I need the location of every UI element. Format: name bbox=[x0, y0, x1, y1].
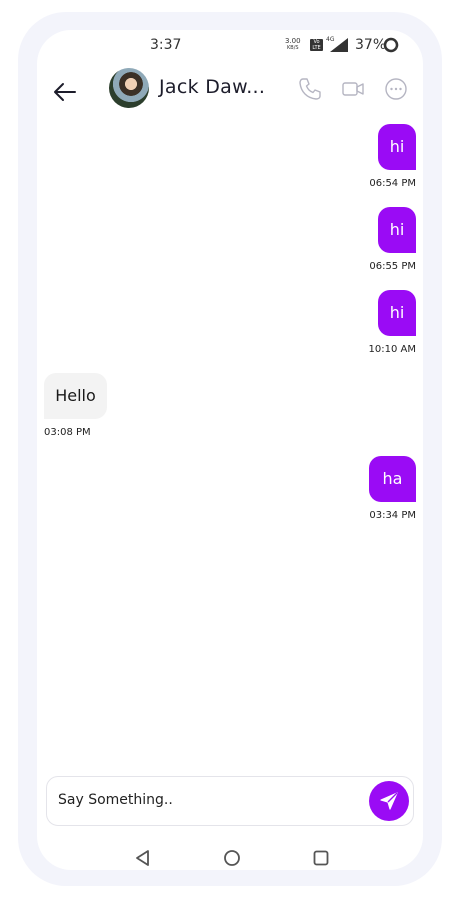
message-timestamp: 10:10 AM bbox=[368, 344, 416, 355]
battery-percent: 37% bbox=[355, 37, 387, 53]
contact-name[interactable]: Jack Daw... bbox=[159, 76, 265, 98]
message-bubble-incoming[interactable]: Hello bbox=[44, 373, 107, 419]
phone-icon bbox=[299, 78, 321, 100]
message-timestamp: 03:08 PM bbox=[44, 427, 91, 438]
arrow-left-icon bbox=[54, 83, 76, 101]
message-timestamp: 06:54 PM bbox=[369, 178, 416, 189]
signal-icon bbox=[330, 38, 348, 52]
message-bubble-outgoing[interactable]: hi bbox=[378, 124, 416, 170]
circle-home-icon bbox=[224, 850, 240, 866]
message-timestamp: 03:34 PM bbox=[369, 510, 416, 521]
message-timestamp: 06:55 PM bbox=[369, 261, 416, 272]
square-recents-icon bbox=[313, 850, 329, 866]
message-bubble-outgoing[interactable]: hi bbox=[378, 290, 416, 336]
chat-header: Jack Daw... bbox=[37, 68, 423, 124]
send-icon bbox=[380, 792, 398, 810]
status-time: 3:37 bbox=[150, 37, 182, 53]
net-speed: 3.00 KB/S bbox=[285, 37, 301, 52]
battery-icon bbox=[383, 37, 399, 53]
nav-back-button[interactable] bbox=[133, 848, 153, 868]
contact-avatar[interactable] bbox=[109, 68, 149, 108]
chat-screen: 3:37 3.00 KB/S Vo LTE 4G 37% Jack Daw... bbox=[37, 30, 423, 870]
system-nav-bar bbox=[37, 842, 423, 870]
message-bubble-outgoing[interactable]: hi bbox=[378, 207, 416, 253]
message-bubble-outgoing[interactable]: ha bbox=[369, 456, 416, 502]
message-input[interactable] bbox=[58, 789, 358, 811]
back-button[interactable] bbox=[51, 78, 79, 106]
message-composer bbox=[46, 776, 414, 826]
send-button[interactable] bbox=[369, 781, 409, 821]
nav-recents-button[interactable] bbox=[311, 848, 331, 868]
volte-icon: Vo LTE bbox=[310, 39, 323, 51]
triangle-back-icon bbox=[136, 850, 149, 866]
nav-home-button[interactable] bbox=[222, 848, 242, 868]
call-button[interactable] bbox=[297, 76, 323, 102]
video-call-button[interactable] bbox=[340, 76, 366, 102]
more-dots-icon bbox=[385, 78, 407, 100]
message-list: hi 06:54 PM hi 06:55 PM hi 10:10 AM Hell… bbox=[37, 124, 423, 774]
video-icon bbox=[342, 82, 364, 96]
status-bar: 3:37 3.00 KB/S Vo LTE 4G 37% bbox=[37, 30, 423, 60]
more-button[interactable] bbox=[383, 76, 409, 102]
